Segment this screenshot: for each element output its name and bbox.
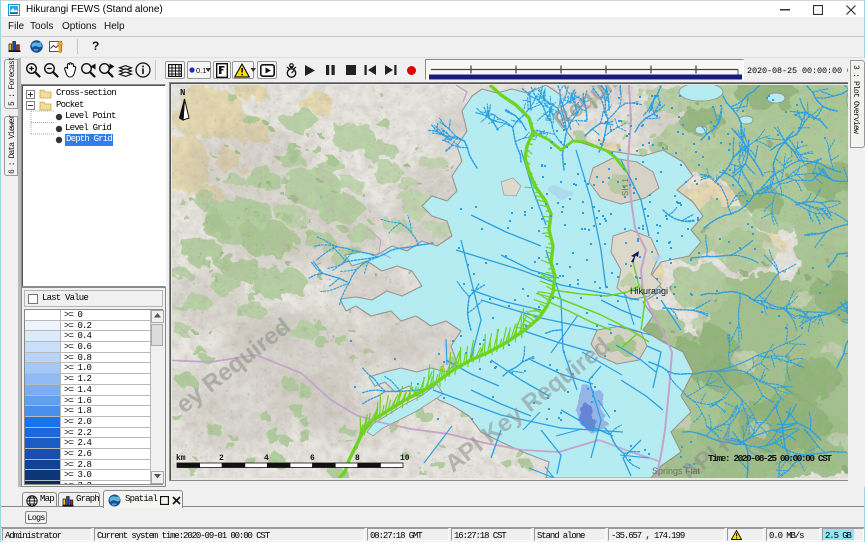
svg-text:Time: 2020-08-25 00:00:00 CST: Time: 2020-08-25 00:00:00 CST: [708, 453, 832, 464]
svg-text:SH 1: SH 1: [621, 178, 630, 196]
svg-text:km: km: [176, 454, 186, 463]
svg-text:3 : Plot Overview: 3 : Plot Overview: [851, 65, 860, 134]
svg-text:Springs Flat: Springs Flat: [652, 466, 701, 476]
svg-text:N: N: [180, 88, 185, 98]
svg-text:8: 8: [355, 454, 360, 463]
svg-text:10: 10: [400, 454, 410, 463]
svg-text:2: 2: [219, 454, 224, 463]
svg-text:6: 6: [310, 454, 315, 463]
svg-text:4: 4: [264, 454, 269, 463]
svg-text:Hikurangi: Hikurangi: [630, 286, 668, 296]
svg-text:6 : Data Viewer: 6 : Data Viewer: [8, 114, 17, 174]
svg-text:5 : Forecast: 5 : Forecast: [8, 58, 17, 106]
